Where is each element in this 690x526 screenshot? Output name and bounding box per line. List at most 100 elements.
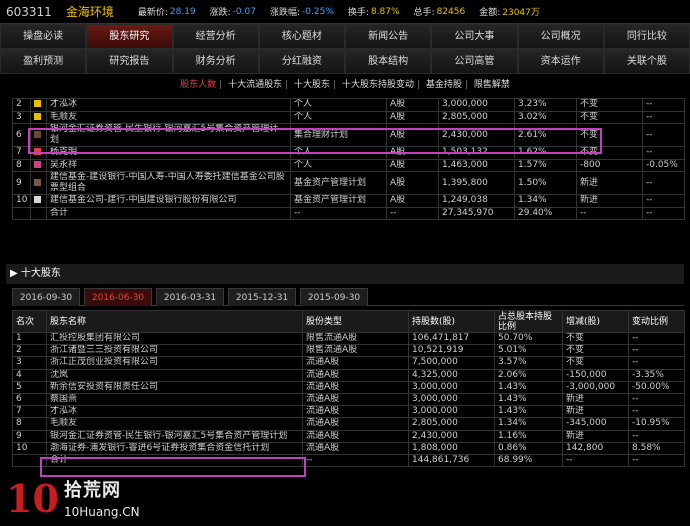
share-type: 限售流通A股	[302, 344, 409, 358]
subnav-item[interactable]: 十大流通股东	[228, 80, 282, 90]
total-shares: 27,345,970	[438, 206, 515, 220]
nav-item[interactable]: 财务分析	[172, 49, 259, 74]
shares-held: 2,430,000	[438, 123, 515, 147]
nav-item[interactable]: 分红融资	[258, 49, 345, 74]
nav-item[interactable]: 操盘必读	[0, 24, 87, 49]
holder-type: 个人	[290, 146, 387, 160]
nav-item[interactable]: 同行比较	[603, 24, 690, 49]
holding-pct: 1.43%	[494, 392, 563, 407]
color-swatch-icon	[34, 196, 41, 204]
subnav-item[interactable]: 十大股东	[294, 80, 330, 90]
change-ratio: -3.35%	[628, 368, 685, 382]
table-row[interactable]: 6 蔡国熹 流通A股 3,000,000 1.43% 新进 --	[12, 392, 685, 407]
table-row[interactable]: 8 毛顺友 流通A股 2,805,000 1.34% -345,000 -10.95%	[12, 417, 685, 431]
nav-item[interactable]: 盈利预测	[0, 49, 87, 74]
nav-item-active[interactable]: 股东研究	[86, 24, 173, 49]
change-ratio: --	[628, 429, 685, 443]
empty-cell	[12, 206, 31, 220]
change-value: -150,000	[562, 368, 629, 382]
change-value: 不变	[576, 146, 643, 160]
table-row[interactable]: 9 银河金汇证券资管-民生银行-银河嘉汇5号集合资产管理计划 流通A股 2,430,0…	[12, 429, 685, 443]
change-ratio: -10.95%	[628, 417, 685, 431]
change-ratio: -0.05%	[642, 158, 685, 172]
rank: 10	[12, 441, 47, 455]
nav-item[interactable]: 新闻公告	[345, 24, 432, 49]
date-tab[interactable]: 2015-09-30	[300, 288, 368, 306]
row-index: 10	[12, 194, 31, 208]
subnav-item-active[interactable]: 股东人数	[180, 80, 216, 90]
change-value: -0.07	[232, 6, 256, 17]
date-tab[interactable]: 2016-09-30	[12, 288, 80, 306]
date-tab[interactable]: 2015-12-31	[228, 288, 296, 306]
nav-item[interactable]: 研究报告	[86, 49, 173, 74]
share-class: A股	[386, 98, 439, 112]
section-header-top10[interactable]: ▶ 十大股东	[6, 264, 684, 284]
holding-pct: 3.02%	[514, 110, 577, 124]
rank: 3	[12, 356, 47, 370]
holder-name: 吴永祥	[46, 158, 291, 172]
table-row[interactable]: 2 才泓冰 个人 A股 3,000,000 3.23% 不变 --	[12, 98, 685, 112]
holder-type: 个人	[290, 158, 387, 172]
total-row: 合计 -- -- 27,345,970 29.40% -- --	[12, 206, 685, 220]
nav-item[interactable]: 资本运作	[517, 49, 604, 74]
row-color-cell	[30, 194, 47, 208]
nav-item[interactable]: 经营分析	[172, 24, 259, 49]
price-label: 最新价:	[137, 8, 168, 18]
shares-held: 3,000,000	[408, 392, 495, 407]
date-tab-active[interactable]: 2016-06-30	[84, 288, 152, 306]
holding-pct: 1.16%	[494, 429, 563, 443]
holder-name: 毛顺友	[46, 110, 291, 124]
change-ratio: --	[642, 110, 685, 124]
share-class: A股	[386, 146, 439, 160]
turnover-value: 8.87%	[370, 6, 400, 17]
subnav-separator: |	[219, 80, 223, 90]
table-row[interactable]: 1 汇投控股集团有限公司 限售流通A股 106,471,817 50.70% 不变 --	[12, 331, 685, 346]
holder-name: 蔡国熹	[46, 392, 303, 407]
share-class: A股	[386, 158, 439, 172]
table-row[interactable]: 9 建信基金-建设银行-中国人寿-中国人寿委托建信基金公司股票型组合 基金资产管理计…	[12, 171, 685, 195]
nav-item[interactable]: 股本结构	[345, 49, 432, 74]
color-swatch-icon	[34, 112, 41, 120]
table-row[interactable]: 4 沈岚 流通A股 4,325,000 2.06% -150,000 -3.35%	[12, 368, 685, 382]
holding-pct: 0.86%	[494, 441, 563, 455]
row-color-cell	[30, 123, 47, 147]
nav-item[interactable]: 关联个股	[603, 49, 690, 74]
holding-pct: 1.43%	[494, 405, 563, 419]
row-index: 2	[12, 98, 31, 112]
change-value: 不变	[576, 98, 643, 112]
change-value: 新进	[562, 405, 629, 419]
shares-held: 1,808,000	[408, 441, 495, 455]
holder-type: 集合理财计划	[290, 123, 387, 147]
table-row[interactable]: 10 建信基金公司-建行-中国建设银行股份有限公司 基金资产管理计划 A股 1,249,…	[12, 194, 685, 208]
table-row[interactable]: 7 杨克明 个人 A股 1,503,132 1.62% 不变 --	[12, 146, 685, 160]
date-tab[interactable]: 2016-03-31	[156, 288, 224, 306]
nav-item[interactable]: 公司概况	[517, 24, 604, 49]
subnav-item[interactable]: 十大股东持股变动	[342, 80, 414, 90]
table-row[interactable]: 3 浙江正茂创业投资有限公司 流通A股 7,500,000 3.57% 不变 --	[12, 356, 685, 370]
holding-pct: 2.06%	[494, 368, 563, 382]
change-value: -3,000,000	[562, 380, 629, 394]
subnav-item[interactable]: 基金持股	[426, 80, 462, 90]
holding-pct: 2.61%	[514, 123, 577, 147]
table-row[interactable]: 7 才泓冰 流通A股 3,000,000 1.43% 新进 --	[12, 405, 685, 419]
nav-item[interactable]: 公司高管	[431, 49, 518, 74]
table-row[interactable]: 3 毛顺友 个人 A股 2,805,000 3.02% 不变 --	[12, 110, 685, 124]
share-type: 流通A股	[302, 429, 409, 443]
nav-item[interactable]: 公司大事	[431, 24, 518, 49]
sub-nav: 股东人数 | 十大流通股东 | 十大股东 | 十大股东持股变动 | 基金持股 | 限售解禁	[0, 76, 690, 94]
share-type: 流通A股	[302, 405, 409, 419]
change-value: 不变	[576, 110, 643, 124]
holder-name: 才泓冰	[46, 405, 303, 419]
rank: 1	[12, 331, 47, 346]
table-row[interactable]: 2 浙江诸暨三三投资有限公司 限售流通A股 10,521,919 5.01% 不变 --	[12, 344, 685, 358]
subnav-item[interactable]: 限售解禁	[474, 80, 510, 90]
holder-name: 沈岚	[46, 368, 303, 382]
total-ratio: --	[642, 206, 685, 220]
nav-item[interactable]: 核心题材	[258, 24, 345, 49]
table-row[interactable]: 10 渤海证券-浦发银行-睿进6号证券投资集合资金信托计划 流通A股 1,808,00…	[12, 441, 685, 455]
table-row[interactable]: 5 新余信安投资有限责任公司 流通A股 3,000,000 1.43% -3,000,00…	[12, 380, 685, 394]
table-row[interactable]: 6 银河金汇证券资管-民生银行-银河嘉汇5号集合资产管理计划 集合理财计划 A股 2,4…	[12, 123, 685, 147]
table-row[interactable]: 8 吴永祥 个人 A股 1,463,000 1.57% -800 -0.05%	[12, 158, 685, 172]
total-label: 合计	[46, 453, 303, 468]
expand-triangle-icon[interactable]: ▶	[10, 268, 18, 279]
